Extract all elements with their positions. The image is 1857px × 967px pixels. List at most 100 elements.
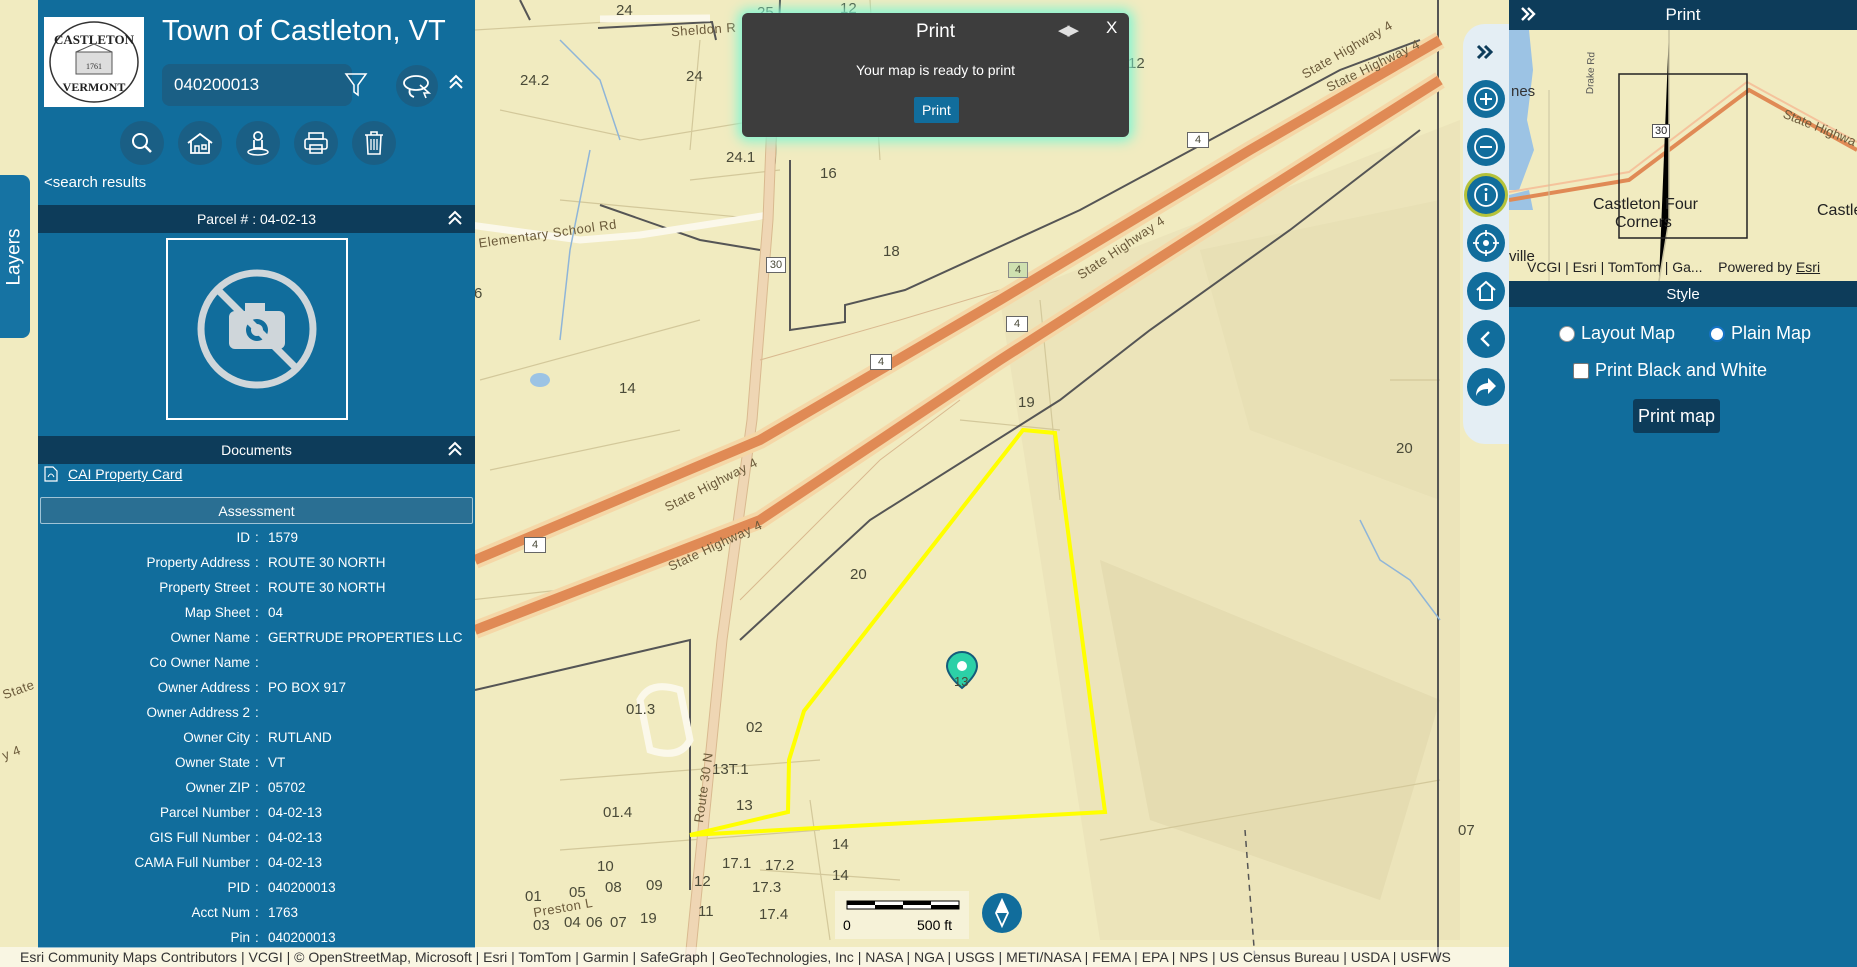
print-panel-header: Print <box>1509 0 1857 30</box>
parcel-label: 02 <box>746 719 763 736</box>
parcel-label: 6 <box>474 285 483 302</box>
svg-text:CASTLETON: CASTLETON <box>54 32 135 47</box>
overview-label: Castleton Four <box>1593 196 1698 213</box>
parcel-section-header[interactable]: Parcel # : 04-02-13 <box>38 205 475 233</box>
parcel-label: 01.3 <box>626 701 656 718</box>
scale-distance-label: 500 ft <box>917 917 953 933</box>
documents-section-header[interactable]: Documents <box>38 436 475 464</box>
esri-link[interactable]: Esri <box>1796 259 1820 275</box>
table-row: PID:040200013 <box>227 880 336 895</box>
table-row: Owner City: RUTLAND <box>183 730 332 745</box>
parcel-label: 14 <box>832 867 849 884</box>
search-input[interactable]: 040200013 <box>162 64 352 106</box>
print-panel-title: Print <box>1665 5 1701 24</box>
overview-label: Drake Rd <box>1585 51 1598 95</box>
parcel-label: 14 <box>832 836 849 853</box>
parcel-label: 12 <box>694 873 711 890</box>
radio-button[interactable] <box>1559 325 1575 342</box>
print-panel: Print nes Drake Rd 30 Castleton Four Cor… <box>1509 0 1857 967</box>
assessment-section-header[interactable]: Assessment <box>40 497 473 524</box>
parcel-label: 24 <box>686 68 703 85</box>
page-title: Town of Castleton, VT <box>162 15 446 47</box>
table-row: CAMA Full Number:04-02-13 <box>134 855 323 870</box>
zoom-out-icon <box>1474 135 1498 159</box>
radio-button-selected[interactable] <box>1709 325 1725 342</box>
expand-panel-icon[interactable] <box>1475 42 1495 67</box>
parcel-label: 13 <box>736 797 753 814</box>
table-row: ID:1579 <box>236 530 299 545</box>
info-icon <box>1474 183 1498 207</box>
cai-property-card-link[interactable]: CAI Property Card <box>44 466 182 482</box>
print-black-white-checkbox[interactable]: Print Black and White <box>1573 360 1767 381</box>
scale-bar: 0 500 ft <box>835 891 969 939</box>
clear-button[interactable] <box>352 121 396 165</box>
zoom-out-button[interactable] <box>1467 128 1505 166</box>
table-row: Owner Address: PO BOX 917 <box>157 680 347 695</box>
share-button[interactable] <box>1467 368 1505 406</box>
overview-map[interactable]: nes Drake Rd 30 Castleton Four Corners C… <box>1509 30 1857 281</box>
table-row: Owner ZIP:05702 <box>185 780 306 795</box>
route-shield: 30 <box>766 257 786 273</box>
home-icon <box>187 132 213 154</box>
parcel-label: 13 <box>954 674 969 689</box>
parcel-label: 04 <box>564 914 581 931</box>
route-shield: 4 <box>1187 132 1209 148</box>
assessment-table: ID:1579 Property Address: ROUTE 30 NORTH … <box>38 527 475 948</box>
print-button[interactable] <box>294 121 338 165</box>
locate-button[interactable] <box>1467 224 1505 262</box>
parcel-number-title: Parcel # : 04-02-13 <box>196 211 317 227</box>
route-shield: 4 <box>870 354 892 370</box>
zoom-in-button[interactable] <box>1467 80 1505 118</box>
parcel-label: 20 <box>850 566 867 583</box>
parcel-label: 01.4 <box>603 804 633 821</box>
popup-close-button[interactable]: X <box>1106 18 1117 38</box>
compass-icon <box>995 898 1009 928</box>
overview-label: Castle <box>1817 202 1857 219</box>
popup-print-button[interactable]: Print <box>914 97 959 123</box>
svg-text:1761: 1761 <box>86 62 102 71</box>
back-to-results-link[interactable]: <search results <box>44 174 146 191</box>
lasso-select-button[interactable] <box>396 65 438 107</box>
search-button[interactable] <box>120 121 164 165</box>
route-shield: 4 <box>1006 316 1028 332</box>
collapse-chevron-icon <box>448 210 462 225</box>
trash-icon <box>365 131 383 155</box>
print-map-button[interactable]: Print map <box>1633 399 1721 433</box>
previous-extent-button[interactable] <box>1467 320 1505 358</box>
layout-map-radio[interactable]: Layout Map <box>1559 323 1675 344</box>
layers-tab[interactable]: Layers <box>0 175 30 338</box>
collapse-panel-icon[interactable] <box>1519 5 1537 23</box>
overview-label: nes <box>1511 83 1536 100</box>
parcel-label: 24 <box>616 2 633 19</box>
scale-zero-label: 0 <box>843 917 851 933</box>
map-attribution: Esri Community Maps Contributors | VCGI … <box>0 947 1509 967</box>
popup-nav-arrows-icon[interactable]: ◀▶ <box>1058 21 1079 39</box>
no-photo-icon <box>197 269 317 389</box>
route-shield: 4 <box>524 537 546 553</box>
svg-text:VERMONT: VERMONT <box>63 80 126 94</box>
parcel-label: 19 <box>640 910 657 927</box>
parcel-label: 07 <box>1458 822 1475 839</box>
default-extent-button[interactable] <box>1467 272 1505 310</box>
parcel-label: 24.2 <box>520 72 550 89</box>
table-row: Owner Address 2: <box>146 705 259 720</box>
parcel-label: 14 <box>619 380 636 397</box>
owner-button[interactable] <box>236 121 280 165</box>
overview-route-shield: 30 <box>1652 124 1671 138</box>
table-row: Property Street: ROUTE 30 NORTH <box>159 580 386 595</box>
pdf-file-icon <box>44 466 58 482</box>
identify-button[interactable] <box>1467 176 1505 214</box>
checkbox[interactable] <box>1573 362 1589 379</box>
left-panel: CASTLETON 1761 VERMONT Town of Castleton… <box>38 0 475 948</box>
compass-button[interactable] <box>982 893 1022 933</box>
plain-map-radio[interactable]: Plain Map <box>1709 323 1811 344</box>
parcel-label: 01 <box>525 888 542 905</box>
parcel-photo-placeholder <box>166 238 348 420</box>
parcel-label: 17.3 <box>752 879 782 896</box>
filter-icon[interactable] <box>344 72 368 98</box>
home-icon <box>1476 280 1496 301</box>
printer-icon <box>304 132 328 154</box>
route-shield: 4 <box>1008 262 1028 278</box>
home-button[interactable] <box>178 121 222 165</box>
collapse-header-icon[interactable] <box>447 72 465 92</box>
